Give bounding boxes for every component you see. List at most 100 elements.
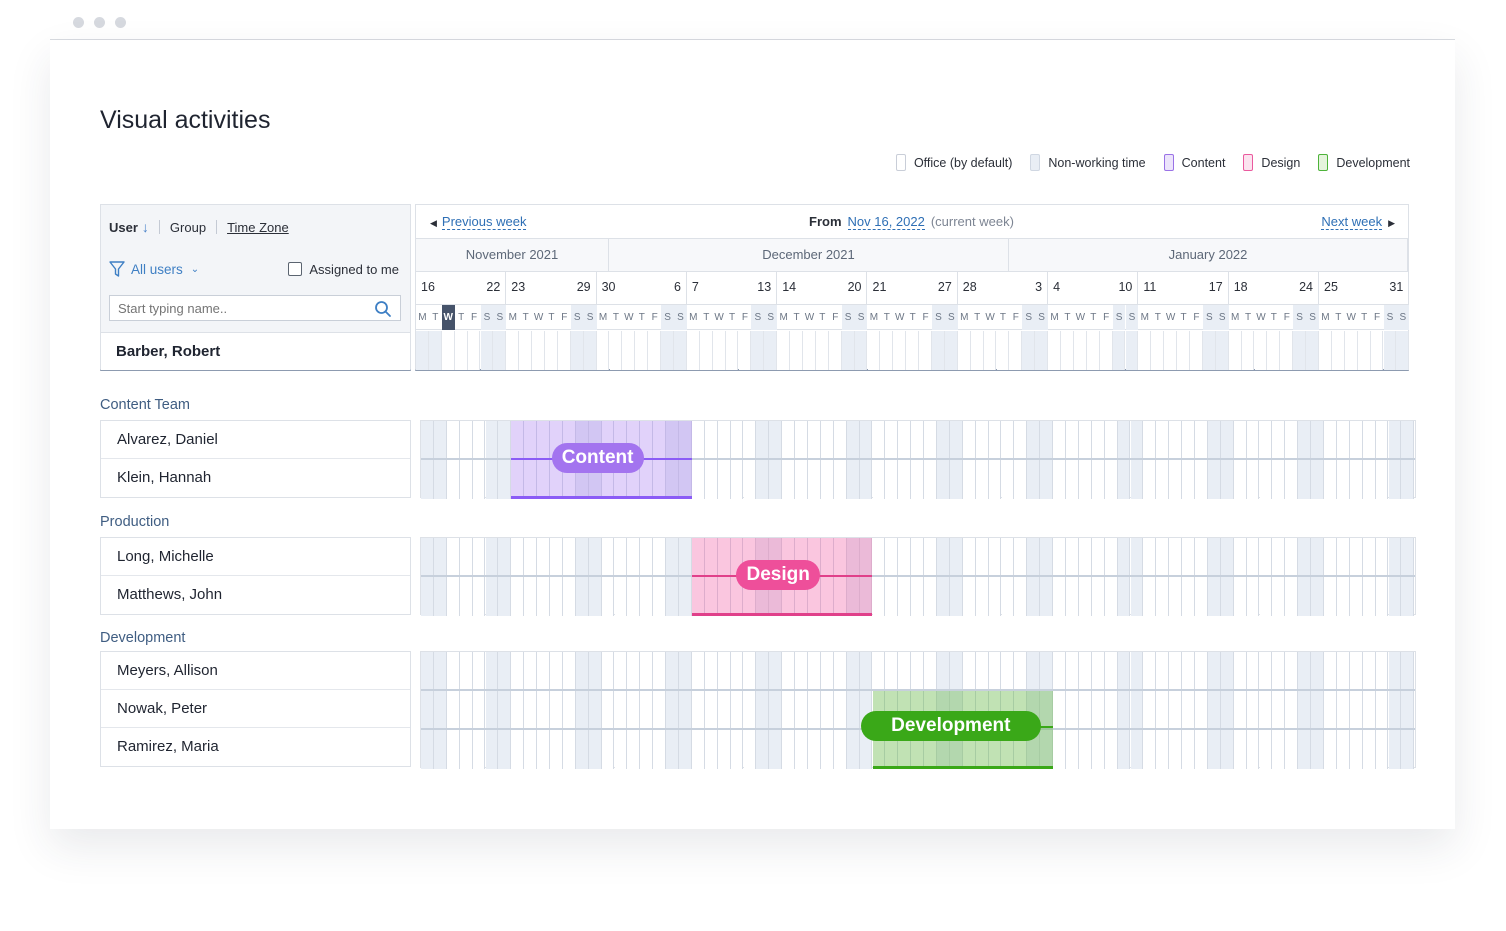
day-cell[interactable] — [674, 331, 687, 370]
day-cell[interactable] — [1053, 421, 1066, 499]
day-cell[interactable] — [937, 421, 950, 499]
day-cell[interactable] — [1048, 331, 1061, 370]
day-cell[interactable] — [885, 421, 899, 499]
previous-week[interactable]: ◀ Previous week — [430, 214, 527, 230]
day-cell[interactable] — [1040, 538, 1054, 616]
day-cell[interactable] — [1267, 331, 1281, 370]
day-cell[interactable] — [1259, 538, 1273, 616]
week-cell[interactable]: 30 6 — [597, 272, 687, 305]
day-cell[interactable] — [1362, 652, 1376, 769]
day-cell[interactable] — [627, 538, 641, 616]
day-cell[interactable] — [472, 538, 486, 616]
day-cell[interactable] — [743, 652, 757, 769]
day-cell[interactable] — [795, 421, 808, 499]
day-cell[interactable] — [1073, 331, 1087, 370]
current-user-row[interactable]: Barber, Robert — [101, 332, 410, 370]
member-row[interactable]: Matthews, John — [101, 576, 410, 614]
day-cell[interactable] — [1104, 421, 1118, 499]
group-timeline-production[interactable]: Design — [420, 537, 1416, 616]
day-cell[interactable] — [640, 538, 654, 616]
day-cell[interactable] — [962, 421, 976, 499]
day-cell[interactable] — [846, 652, 860, 769]
day-cell[interactable] — [550, 538, 563, 616]
day-cell[interactable] — [1388, 421, 1402, 499]
day-cell[interactable] — [790, 331, 803, 370]
day-cell[interactable] — [1215, 331, 1229, 370]
day-cell[interactable] — [937, 538, 950, 616]
day-cell[interactable] — [898, 538, 912, 616]
day-cell[interactable] — [1272, 538, 1286, 616]
day-cell[interactable] — [795, 652, 808, 769]
day-cell[interactable] — [1078, 652, 1092, 769]
day-cell[interactable] — [1362, 421, 1376, 499]
day-cell[interactable] — [924, 421, 937, 499]
day-cell[interactable] — [820, 421, 834, 499]
day-cell[interactable] — [704, 421, 718, 499]
day-cell[interactable] — [1220, 421, 1234, 499]
day-cell[interactable] — [699, 331, 713, 370]
week-cell[interactable]: 21 27 — [868, 272, 958, 305]
day-cell[interactable] — [1086, 331, 1100, 370]
day-cell[interactable] — [532, 331, 545, 370]
day-cell[interactable] — [1027, 538, 1041, 616]
activity-label[interactable]: Content — [551, 443, 644, 473]
day-cell[interactable] — [1182, 421, 1195, 499]
day-cell[interactable] — [730, 652, 744, 769]
day-cell[interactable] — [1009, 331, 1023, 370]
day-cell[interactable] — [1383, 331, 1397, 370]
day-cell[interactable] — [1156, 538, 1170, 616]
day-cell[interactable] — [511, 652, 525, 769]
day-cell[interactable] — [833, 421, 847, 499]
day-cell[interactable] — [1388, 652, 1402, 769]
week-cell[interactable]: 28 3 — [958, 272, 1049, 305]
day-cell[interactable] — [679, 538, 692, 616]
day-cell[interactable] — [1220, 538, 1234, 616]
day-cell[interactable] — [782, 652, 796, 769]
day-cell[interactable] — [550, 652, 563, 769]
day-cell[interactable] — [1370, 331, 1384, 370]
day-cell[interactable] — [1053, 652, 1066, 769]
day-cell[interactable] — [537, 538, 550, 616]
day-cell[interactable] — [1311, 538, 1324, 616]
day-cell[interactable] — [1091, 421, 1105, 499]
day-cell[interactable] — [653, 652, 667, 769]
day-cell[interactable] — [433, 652, 447, 769]
day-cell[interactable] — [1259, 652, 1273, 769]
day-cell[interactable] — [1306, 331, 1319, 370]
member-row[interactable]: Meyers, Allison — [101, 652, 410, 690]
day-cell[interactable] — [679, 652, 692, 769]
day-cell[interactable] — [666, 538, 679, 616]
day-cell[interactable] — [1202, 331, 1216, 370]
day-cell[interactable] — [666, 652, 679, 769]
day-cell[interactable] — [1285, 421, 1299, 499]
day-cell[interactable] — [867, 331, 881, 370]
day-cell[interactable] — [498, 421, 512, 499]
day-cell[interactable] — [441, 331, 455, 370]
member-row[interactable]: Klein, Hannah — [101, 459, 410, 497]
day-cell[interactable] — [828, 331, 842, 370]
day-cell[interactable] — [459, 421, 473, 499]
day-cell[interactable] — [519, 331, 533, 370]
day-cell[interactable] — [1375, 421, 1389, 499]
day-cell[interactable] — [1375, 652, 1389, 769]
day-cell[interactable] — [1220, 652, 1234, 769]
day-cell[interactable] — [428, 331, 442, 370]
group-timeline-content[interactable]: Content — [420, 420, 1416, 499]
day-cell[interactable] — [1311, 421, 1324, 499]
day-cell[interactable] — [1401, 421, 1415, 499]
day-cell[interactable] — [416, 331, 429, 370]
day-cell[interactable] — [557, 331, 571, 370]
day-cell[interactable] — [1195, 538, 1208, 616]
day-cell[interactable] — [704, 652, 718, 769]
day-cell[interactable] — [1182, 538, 1195, 616]
day-cell[interactable] — [485, 538, 499, 616]
day-cell[interactable] — [1285, 652, 1299, 769]
day-cell[interactable] — [1298, 652, 1312, 769]
day-cell[interactable] — [975, 421, 989, 499]
week-cell[interactable]: 4 10 — [1048, 272, 1139, 305]
day-cell[interactable] — [433, 538, 447, 616]
week-cell[interactable]: 11 17 — [1138, 272, 1229, 305]
day-cell[interactable] — [1091, 538, 1105, 616]
day-cell[interactable] — [1388, 538, 1402, 616]
day-cell[interactable] — [1164, 331, 1178, 370]
